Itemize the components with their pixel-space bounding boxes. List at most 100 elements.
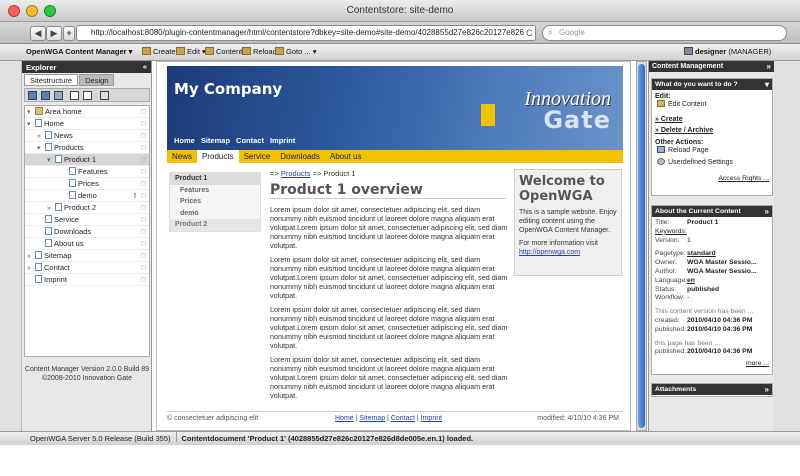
create-link[interactable]: » Create (652, 116, 772, 123)
lock-icon: ◻ (141, 241, 146, 247)
published-value: 2010/04/10 04:36 PM (687, 325, 753, 333)
reload-icon[interactable]: C (526, 28, 533, 38)
more-link[interactable]: more ... (652, 360, 772, 369)
page-icon (45, 215, 52, 223)
status-bar: OpenWGA Server 5.0 Release (Build 355) Co… (0, 431, 800, 445)
nav-service[interactable]: Service (239, 150, 276, 163)
toplink-sitemap[interactable]: Sitemap (201, 136, 230, 145)
toplink-home[interactable]: Home (174, 136, 195, 145)
forward-button[interactable]: ▶ (46, 26, 62, 41)
view-icon[interactable] (70, 91, 79, 100)
tree-node-about-us[interactable]: About us ◻ (25, 238, 149, 250)
about-title: About the Current Content (655, 208, 741, 215)
nav-downloads[interactable]: Downloads (275, 150, 325, 163)
page-icon (35, 119, 42, 127)
tree-node-product-1[interactable]: ▾ Product 1 ◻ (25, 154, 149, 166)
subnav-features[interactable]: Features (170, 184, 260, 196)
tab-sitestructure[interactable]: Sitestructure (24, 74, 79, 86)
pencil-icon (657, 100, 665, 107)
search-input[interactable]: ⌕ Google (542, 25, 787, 41)
add-bookmark-button[interactable]: + (63, 26, 75, 41)
tree-node-downloads[interactable]: Downloads ◻ (25, 226, 149, 238)
userdefined-label: Userdefined Settings (668, 159, 733, 166)
access-rights-link[interactable]: Access Rights ... (652, 175, 772, 184)
delete-archive-link[interactable]: » Delete / Archive (652, 127, 772, 134)
tree-node-home[interactable]: ▾ Home ◻ (25, 118, 149, 130)
subnav-product-2[interactable]: Product 2 (170, 219, 260, 231)
footer-link-contact[interactable]: Contact (391, 415, 415, 422)
user-menu[interactable]: designer (MANAGER) (684, 47, 771, 56)
tab-design[interactable]: Design (79, 74, 115, 86)
userdefined-settings-link[interactable]: Userdefined Settings (652, 158, 772, 168)
workflow-row: Workflow: - (652, 294, 772, 303)
cm-brand-menu[interactable]: OpenWGA Content Manager ▾ (26, 47, 132, 56)
pagetype-link[interactable]: standard (687, 250, 716, 257)
footer-link-home[interactable]: Home (335, 415, 354, 422)
tree-node-news[interactable]: » News ◻ (25, 130, 149, 142)
collapse-explorer-icon[interactable]: « (143, 62, 147, 71)
expand-panel-icon[interactable]: » (767, 62, 771, 71)
subnav-demo[interactable]: demo (170, 207, 260, 219)
tree-node-prices[interactable]: Prices ◻ (25, 178, 149, 190)
nav-products[interactable]: Products (197, 150, 239, 163)
attachments-header[interactable]: Attachments » (652, 384, 772, 395)
back-button[interactable]: ◀ (30, 26, 46, 41)
new-page-icon[interactable] (41, 91, 50, 100)
tree-node-demo[interactable]: demo ⚷ ◻ (25, 190, 149, 202)
breadcrumb-current: => Product 1 (312, 169, 356, 178)
expand-attachments-icon[interactable]: » (765, 385, 769, 394)
lock-icon: ◻ (141, 181, 146, 187)
footer-link-imprint[interactable]: Imprint (421, 415, 442, 422)
nav-about-us[interactable]: About us (325, 150, 367, 163)
workflow-key: Workflow: (655, 294, 685, 302)
goto-menu[interactable]: Goto ... ▾ (275, 47, 316, 56)
tree-node-service[interactable]: Service ◻ (25, 214, 149, 226)
tree-node-product-2[interactable]: » Product 2 ◻ (25, 202, 149, 214)
tree-node-area-home[interactable]: ▾ Area home ◻ (25, 106, 149, 118)
edit-menu[interactable]: Edit ▾ (176, 47, 206, 56)
properties-icon[interactable] (100, 91, 109, 100)
openwga-link[interactable]: http://openwga.com (519, 249, 580, 256)
collapse-actions-icon[interactable]: ▾ (765, 80, 769, 89)
footer-link-sitemap[interactable]: Sitemap (359, 415, 385, 422)
tree-node-features[interactable]: Features ◻ (25, 166, 149, 178)
main-navigation: News Products Service Downloads About us (167, 150, 623, 163)
collapse-about-icon[interactable]: » (765, 207, 769, 216)
copy-icon[interactable] (54, 91, 63, 100)
tree-node-contact[interactable]: » Contact ◻ (25, 262, 149, 274)
footer-copyright: © consectetuer adipiscing elit (167, 415, 259, 422)
owner-row: Owner: WGA Master Sessio... (652, 259, 772, 268)
tree-node-sitemap[interactable]: » Sitemap ◻ (25, 250, 149, 262)
subnav-product-1[interactable]: Product 1 (170, 173, 260, 185)
window-icon[interactable] (83, 91, 92, 100)
new-area-icon[interactable] (28, 91, 37, 100)
body-paragraph: Lorem ipsum dolor sit amet, consectetuer… (270, 305, 508, 350)
sub-navigation: Product 1 Features Prices demo Product 2 (169, 172, 261, 232)
url-text: http://localhost:8080/plugin-contentmana… (91, 28, 524, 37)
toplink-contact[interactable]: Contact (236, 136, 264, 145)
reload-icon (242, 47, 251, 55)
address-bar[interactable]: http://localhost:8080/plugin-contentmana… (76, 25, 536, 41)
subnav-prices[interactable]: Prices (170, 196, 260, 208)
content-button[interactable]: Content (205, 47, 242, 56)
tree-label: Service (54, 215, 80, 224)
toplink-imprint[interactable]: Imprint (270, 136, 295, 145)
keywords-link[interactable]: Keywords: (652, 228, 772, 237)
welcome-title: Welcome to OpenWGA (519, 174, 605, 204)
pagetype-key: Pagetype: (655, 250, 686, 258)
tree-label: News (54, 131, 73, 140)
author-key: Author: (655, 267, 677, 275)
lock-icon: ◻ (141, 121, 146, 127)
edit-content-link[interactable]: Edit Content (652, 100, 772, 110)
page-scrollbar[interactable] (636, 61, 647, 431)
language-link[interactable]: en (687, 277, 695, 284)
tree-node-imprint[interactable]: Imprint ◻ (25, 274, 149, 286)
nav-news[interactable]: News (167, 150, 197, 163)
scrollbar-thumb[interactable] (638, 64, 645, 428)
reload-button[interactable]: Reload (242, 47, 277, 56)
reload-page-link[interactable]: Reload Page (652, 146, 772, 156)
tree-node-products[interactable]: ▾ Products ◻ (25, 142, 149, 154)
breadcrumb-link-products[interactable]: Products (281, 169, 311, 178)
lock-icon: ◻ (141, 133, 146, 139)
published-key: published: (655, 325, 686, 333)
